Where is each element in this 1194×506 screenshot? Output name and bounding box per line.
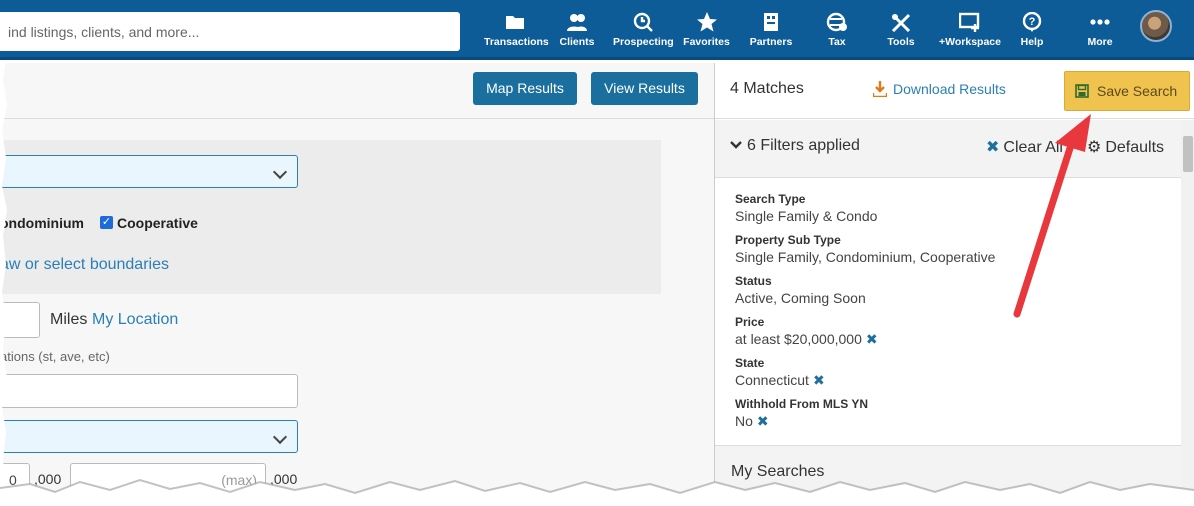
nav-prospecting[interactable]: Prospecting (613, 12, 674, 52)
more-dots-icon (1090, 19, 1110, 25)
filter-label: Withhold From MLS YN (735, 397, 868, 411)
filters-toggle[interactable]: 6 Filters applied (730, 137, 860, 155)
nav-clients[interactable]: Clients (556, 12, 598, 52)
nav-label: Transactions (484, 36, 549, 48)
property-type-select[interactable] (0, 155, 298, 188)
nav-label: Clients (559, 36, 595, 48)
partners-icon (764, 13, 778, 31)
tax-globe-icon (826, 12, 847, 32)
map-results-button[interactable]: Map Results (473, 72, 577, 105)
left-toolbar: Map Results View Results (0, 63, 714, 119)
chevron-down-icon (272, 429, 288, 445)
filter-label: Search Type (735, 192, 806, 206)
gear-icon: ⚙ (1087, 139, 1102, 156)
save-search-label: Save Search (1097, 83, 1178, 99)
scroll-thumb[interactable] (1183, 136, 1193, 172)
match-count: 4 Matches (730, 80, 804, 97)
top-nav-bar: ind listings, clients, and more... Trans… (0, 0, 1194, 60)
results-header: 4 Matches Download Results Save Search (715, 63, 1194, 119)
condominium-label: ondominium (0, 215, 84, 231)
filter-value-price: at least $20,000,000 ✖ (735, 331, 878, 348)
nav-tools[interactable]: Tools (886, 12, 916, 52)
nav-label: +Workspace (939, 36, 1001, 48)
global-search-input[interactable]: ind listings, clients, and more... (0, 12, 460, 51)
nav-label: Tax (828, 36, 846, 48)
filter-label: Status (735, 274, 772, 288)
user-avatar[interactable] (1140, 10, 1172, 42)
floppy-disk-icon (1075, 84, 1089, 98)
results-panel: 4 Matches Download Results Save Search 6… (714, 63, 1194, 506)
remove-filter-icon[interactable]: ✖ (813, 372, 825, 388)
nav-favorites[interactable]: Favorites (683, 12, 730, 52)
star-icon (696, 12, 717, 32)
clock-search-icon (633, 12, 653, 32)
download-label: Download Results (893, 81, 1006, 97)
property-filter-section: ondominium ✓ Cooperative aw or select bo… (0, 140, 661, 294)
folder-icon (506, 16, 524, 29)
nav-workspace[interactable]: +Workspace (938, 12, 1002, 52)
filter-value: Active, Coming Soon (735, 290, 866, 306)
miles-label: Miles (50, 311, 88, 328)
search-criteria-panel: Map Results View Results ondominium ✓ Co… (0, 63, 714, 506)
nav-label: Tools (887, 36, 915, 48)
my-location-link[interactable]: My Location (92, 311, 178, 329)
filters-scrollbar[interactable] (1181, 120, 1194, 506)
close-icon: ✖ (986, 139, 1000, 156)
tools-icon (891, 13, 911, 32)
filter-label: Price (735, 315, 765, 329)
filter-value: at least $20,000,000 (735, 331, 862, 347)
save-search-button[interactable]: Save Search (1064, 71, 1190, 111)
view-results-button[interactable]: View Results (591, 72, 698, 105)
street-hint: ations (st, ave, etc) (0, 349, 110, 364)
nav-label: More (1087, 36, 1113, 48)
street-input[interactable] (0, 374, 298, 408)
download-icon (873, 81, 887, 97)
chevron-down-icon (272, 164, 288, 180)
nav-tax[interactable]: Tax (822, 12, 852, 52)
defaults-button[interactable]: ⚙ Defaults (1087, 137, 1164, 157)
clear-all-button[interactable]: ✖ Clear All (986, 137, 1063, 157)
applied-filters-list: Search Type Single Family & Condo Proper… (715, 179, 1181, 447)
nav-transactions[interactable]: Transactions (484, 12, 549, 52)
status-select[interactable] (0, 420, 298, 453)
nav-label: Help (1020, 36, 1044, 48)
torn-edge-left (0, 60, 7, 506)
clear-all-label: Clear All (1003, 139, 1063, 156)
cooperative-checkbox[interactable]: ✓ (100, 216, 113, 229)
filter-label: Property Sub Type (735, 233, 841, 247)
svg-text:?: ? (1029, 16, 1036, 28)
nav-partners[interactable]: Partners (748, 12, 794, 52)
draw-boundaries-link[interactable]: aw or select boundaries (0, 256, 169, 274)
filter-value-state: Connecticut ✖ (735, 372, 825, 389)
filter-value: No (735, 413, 753, 429)
remove-filter-icon[interactable]: ✖ (757, 413, 769, 429)
users-icon (567, 14, 587, 31)
help-icon: ? (1022, 12, 1042, 32)
chevron-down-icon (730, 141, 742, 149)
filter-value-withhold: No ✖ (735, 413, 769, 430)
download-results-link[interactable]: Download Results (873, 81, 1006, 97)
filter-value: Connecticut (735, 372, 809, 388)
filters-applied-label: 6 Filters applied (747, 137, 860, 154)
filter-value: Single Family, Condominium, Cooperative (735, 249, 996, 265)
filter-value: Single Family & Condo (735, 208, 878, 224)
torn-edge-bottom (0, 478, 1194, 506)
nav-label: Favorites (683, 36, 730, 48)
workspace-icon (959, 12, 980, 32)
filter-label: State (735, 356, 765, 370)
cooperative-label: Cooperative (117, 215, 198, 231)
nav-label: Prospecting (613, 36, 674, 48)
filters-summary-header: 6 Filters applied ✖ Clear All ⚙ Defaults (715, 120, 1181, 178)
defaults-label: Defaults (1105, 139, 1165, 156)
nav-label: Partners (749, 36, 793, 48)
nav-help[interactable]: ? Help (1017, 12, 1047, 52)
remove-filter-icon[interactable]: ✖ (866, 331, 878, 347)
nav-more[interactable]: More (1085, 12, 1115, 52)
